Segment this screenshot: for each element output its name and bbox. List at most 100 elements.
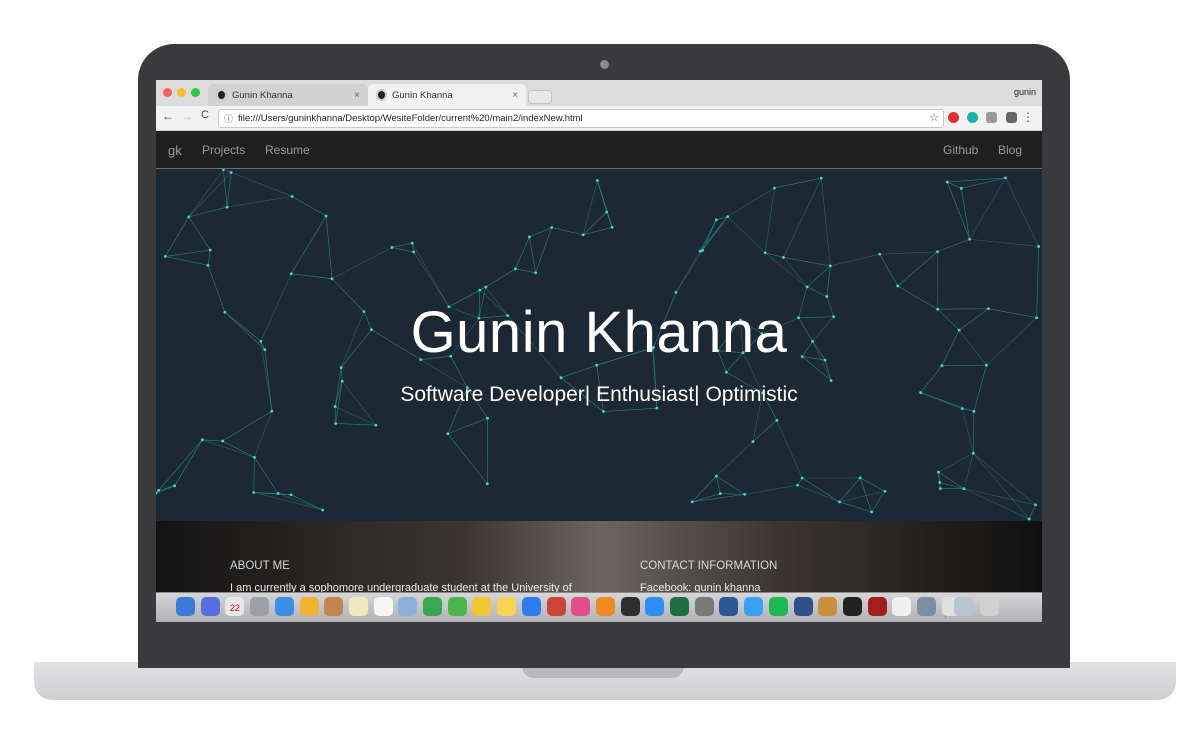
network-node xyxy=(936,250,939,254)
network-line xyxy=(412,242,450,307)
network-line xyxy=(188,169,224,218)
dock-app-icon[interactable] xyxy=(744,597,764,616)
network-node xyxy=(971,451,975,455)
close-window-button[interactable] xyxy=(163,88,172,97)
address-bar[interactable]: ⓘ file:///Users/guninkhanna/Desktop/Wesi… xyxy=(218,109,944,128)
network-node xyxy=(858,476,862,480)
back-icon[interactable]: ← xyxy=(162,109,174,123)
network-node xyxy=(714,218,718,222)
dock-app-icon[interactable] xyxy=(497,597,517,616)
network-node xyxy=(221,439,225,443)
dock-app-icon[interactable] xyxy=(447,597,467,616)
dock-app-icon[interactable] xyxy=(818,597,838,616)
trash-icon[interactable] xyxy=(980,597,999,616)
calendar-dock-icon[interactable]: 22 xyxy=(225,597,245,616)
network-line xyxy=(515,236,530,269)
dock-app-icon[interactable] xyxy=(250,597,270,616)
dock-app-icon[interactable] xyxy=(299,597,319,616)
dock-app-icon[interactable] xyxy=(620,597,640,616)
network-line xyxy=(202,439,255,458)
brand-link[interactable]: gk xyxy=(168,143,182,158)
dock-app-icon[interactable] xyxy=(670,597,689,616)
dock-app-icon[interactable] xyxy=(423,597,442,616)
network-node xyxy=(290,195,294,198)
network-line xyxy=(783,178,822,258)
dock-app-icon[interactable] xyxy=(867,597,887,616)
network-line xyxy=(447,433,488,484)
network-line xyxy=(1005,177,1039,247)
extension-icon[interactable] xyxy=(1006,112,1017,123)
dock-app-icon[interactable] xyxy=(571,597,591,616)
tab-title: Gunin Khanna xyxy=(392,89,453,101)
nav-link-projects[interactable]: Projects xyxy=(202,143,245,157)
close-tab-icon[interactable]: × xyxy=(354,90,360,101)
network-line xyxy=(716,475,721,494)
reload-icon[interactable]: C xyxy=(201,109,209,121)
dock-app-icon[interactable] xyxy=(274,597,294,616)
network-line xyxy=(963,488,1030,520)
dock-app-icon[interactable] xyxy=(373,597,393,616)
close-tab-icon[interactable]: × xyxy=(512,90,518,101)
info-icon[interactable]: ⓘ xyxy=(224,112,233,125)
network-node xyxy=(763,251,767,255)
network-node xyxy=(550,226,554,229)
network-line xyxy=(582,211,607,236)
browser-tab-active[interactable]: Gunin Khanna × xyxy=(368,84,526,106)
network-node xyxy=(478,288,482,292)
network-line xyxy=(331,247,393,279)
menu-icon[interactable]: ⋮ xyxy=(1022,110,1034,124)
opera-extension-icon[interactable] xyxy=(948,112,959,123)
network-node xyxy=(330,277,334,281)
nav-link-github[interactable]: Github xyxy=(943,143,978,157)
network-line xyxy=(973,453,1030,520)
dock-app-icon[interactable] xyxy=(768,597,788,616)
network-node xyxy=(595,179,599,182)
extension-icon[interactable] xyxy=(986,112,997,123)
dock-app-icon[interactable] xyxy=(595,597,615,616)
network-node xyxy=(775,418,779,422)
site-navbar: gk Projects Resume Github Blog xyxy=(156,131,1042,169)
network-node xyxy=(726,215,730,219)
dock-app-icon[interactable] xyxy=(842,597,862,616)
network-node xyxy=(724,370,728,374)
browser-tab[interactable]: Gunin Khanna × xyxy=(208,84,368,106)
nav-link-resume[interactable]: Resume xyxy=(265,143,310,157)
network-node xyxy=(937,470,940,474)
dock-app-icon[interactable] xyxy=(472,597,492,616)
dock-app-icon[interactable] xyxy=(348,597,368,616)
new-tab-button[interactable] xyxy=(528,90,552,104)
bookmark-star-icon[interactable]: ☆ xyxy=(929,111,939,124)
grammarly-extension-icon[interactable] xyxy=(967,112,978,123)
network-line xyxy=(720,493,745,495)
dock-app-icon[interactable] xyxy=(176,597,195,616)
dock-app-icon[interactable] xyxy=(200,597,220,616)
dock-app-icon[interactable] xyxy=(954,597,973,616)
dock-app-icon[interactable] xyxy=(324,597,344,616)
minimize-window-button[interactable] xyxy=(177,88,186,97)
dock-app-icon[interactable] xyxy=(892,597,912,616)
dock-app-icon[interactable] xyxy=(521,597,541,616)
nav-link-blog[interactable]: Blog xyxy=(998,143,1022,157)
dock-app-icon[interactable] xyxy=(917,597,936,616)
dock-app-icon[interactable] xyxy=(645,597,665,616)
tab-title: Gunin Khanna xyxy=(232,89,293,101)
network-line xyxy=(938,452,974,473)
network-line xyxy=(969,177,1006,240)
forward-icon[interactable]: → xyxy=(181,109,193,123)
dock-app-icon[interactable] xyxy=(694,597,714,616)
network-line xyxy=(897,251,938,287)
network-line xyxy=(291,196,327,217)
zoom-window-button[interactable] xyxy=(191,88,200,97)
network-node xyxy=(200,438,204,442)
network-node xyxy=(253,455,256,459)
dock-app-icon[interactable] xyxy=(793,597,813,616)
dock-app-icon[interactable] xyxy=(546,597,566,616)
profile-name[interactable]: gunin xyxy=(1014,87,1036,97)
network-node xyxy=(289,493,293,497)
favicon-icon xyxy=(376,89,387,101)
network-node xyxy=(486,416,489,420)
network-line xyxy=(963,453,974,489)
dock-app-icon[interactable] xyxy=(398,597,418,616)
dock-app-icon[interactable] xyxy=(719,597,739,616)
url-text: file:///Users/guninkhanna/Desktop/Wesite… xyxy=(238,113,583,124)
